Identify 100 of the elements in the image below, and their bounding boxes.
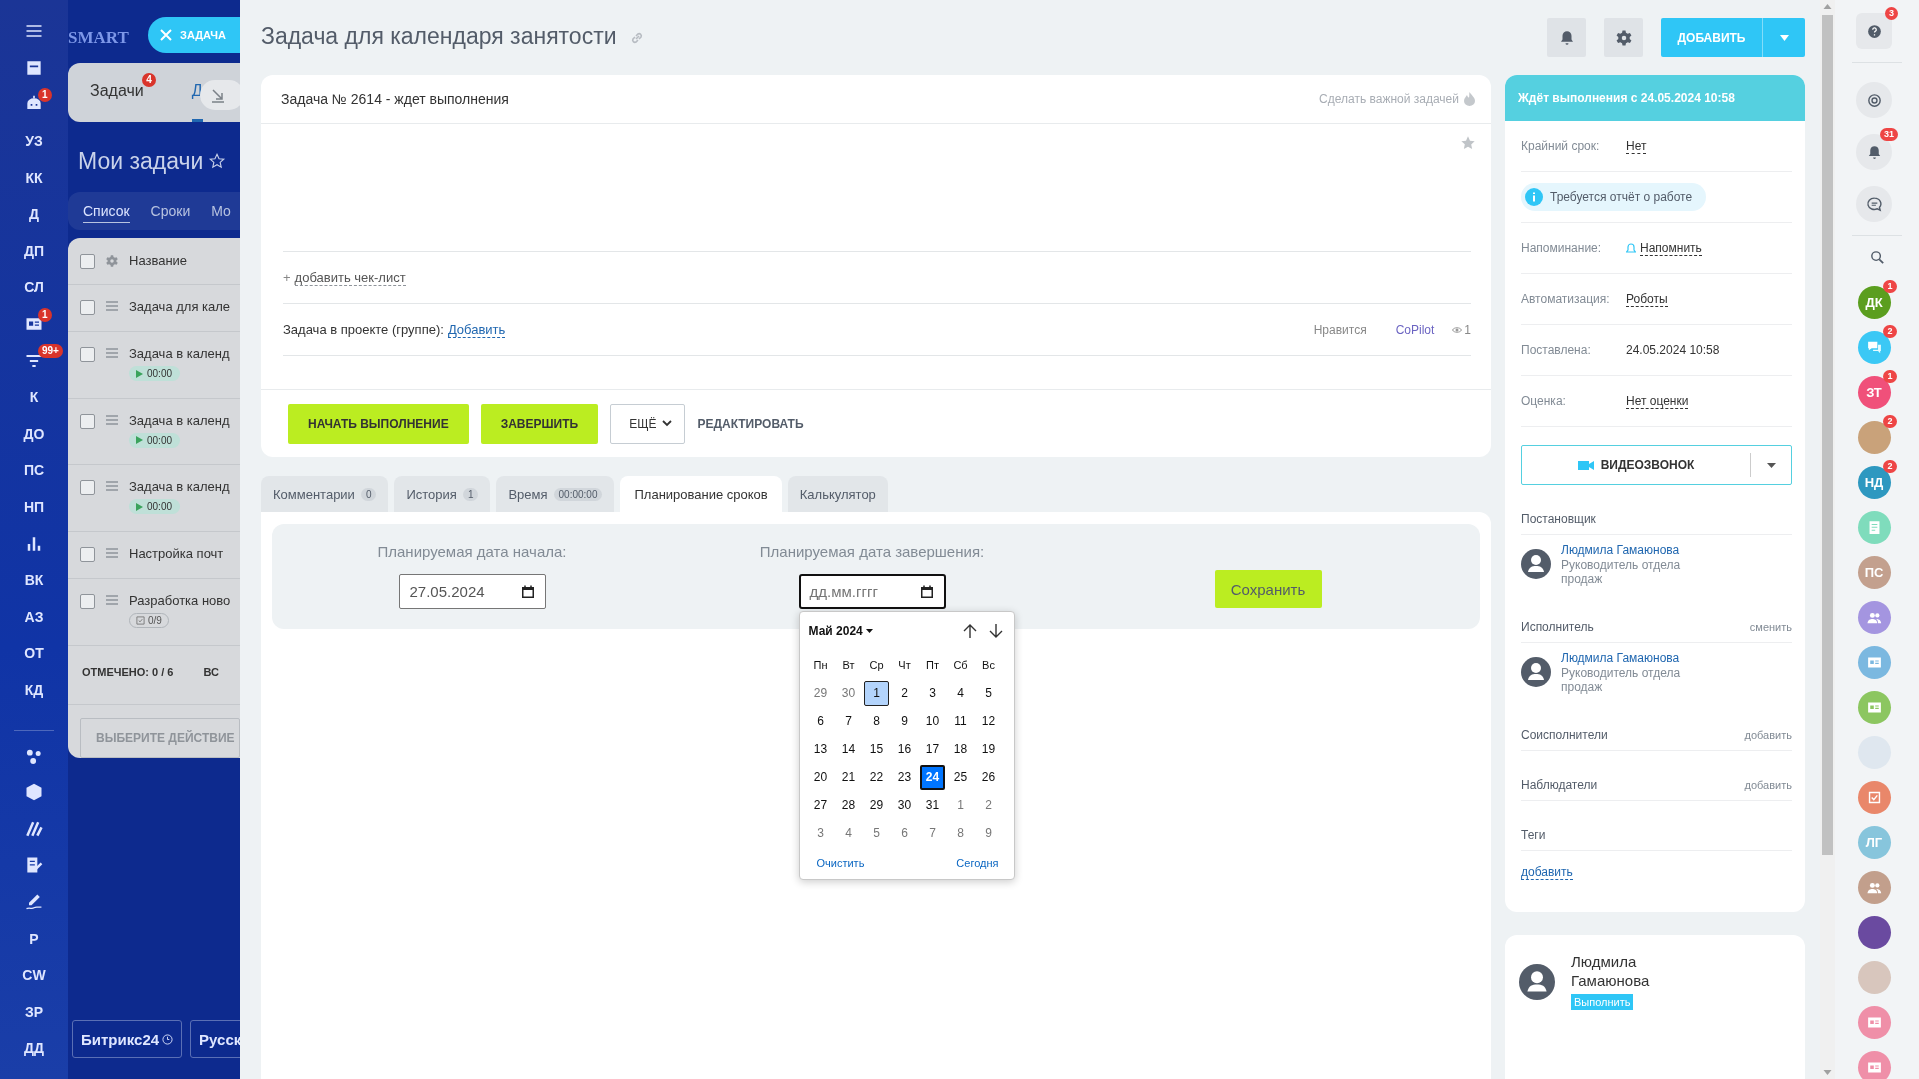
nav-item[interactable]: КД [4,671,64,709]
group-chat-avatar[interactable] [1857,601,1891,634]
date-field[interactable]: дд.мм.гггг [798,574,946,609]
task-title[interactable]: Задача для кале [129,298,231,314]
avatar-placeholder[interactable] [1857,916,1891,949]
nav-item[interactable]: УЗ [4,122,64,160]
nav-item[interactable]: Р [4,920,64,957]
contact-chat-avatar[interactable] [1857,691,1891,724]
calendar-day[interactable]: 23 [892,764,917,790]
nav-item[interactable]: CW [4,956,64,994]
tab[interactable]: Калькулятор [787,476,888,512]
notifications-button[interactable] [1547,18,1586,57]
calendar-day[interactable]: 29 [808,680,833,706]
more-button[interactable]: ЕЩЁ [610,403,686,444]
calendar-day[interactable]: 3 [920,680,945,706]
task-title[interactable]: Задача в календ [129,346,230,362]
settings-button[interactable] [1604,18,1643,57]
calendar-day[interactable]: 4 [948,680,973,706]
calendar-day[interactable]: 11 [948,708,973,734]
nav-item[interactable]: ЗР [4,993,64,1031]
group-chat-avatar[interactable] [1857,871,1891,904]
today-link[interactable]: Сегодня [956,857,999,869]
section-action-link[interactable]: сменить [1749,621,1792,633]
view-tab[interactable]: Мо [211,199,231,223]
calendar-day[interactable]: 15 [864,736,889,762]
view-tab[interactable]: Список [83,199,130,223]
calendar-day[interactable]: 28 [836,792,861,818]
checkbox[interactable] [80,546,95,562]
edit-button[interactable]: РЕДАКТИРОВАТЬ [697,403,804,444]
user-name-link[interactable]: Людмила Гамаюнова [1561,543,1711,557]
calendar-day[interactable]: 7 [836,708,861,734]
section-action-link[interactable]: добавить [1744,729,1792,741]
calendar-day[interactable]: 1 [864,680,889,706]
nav-item[interactable]: ОТ [4,635,64,672]
calendar-day[interactable]: 22 [864,764,889,790]
calendar-day[interactable]: 13 [808,736,833,762]
action-button[interactable]: ЗАВЕРШИТЬ [480,403,599,444]
task-title[interactable]: Задача в календ [129,479,230,495]
copilot-link[interactable]: CoPilot [1395,322,1435,337]
field-value-link[interactable]: Нет оценки [1626,393,1689,409]
user-name-link[interactable]: Людмила Гамаюнова [1561,651,1711,665]
calendar-day[interactable]: 9 [892,708,917,734]
calendar-day[interactable]: 2 [892,680,917,706]
view-tab[interactable]: Сроки [150,199,191,223]
tab[interactable]: Комментарии 0 [261,476,389,512]
nav-item[interactable]: ПС [4,452,64,489]
clear-link[interactable]: Очистить [816,857,865,869]
calendar-day[interactable]: 10 [920,708,945,734]
calendar-day[interactable]: 27 [808,792,833,818]
contact-chat-avatar[interactable] [1857,646,1891,679]
calendar-day[interactable]: 5 [864,820,889,846]
calendar-day[interactable]: 26 [976,764,1001,790]
nav-item[interactable]: НП [4,488,64,526]
document-chat-avatar[interactable] [1857,511,1891,544]
contact-chat-avatar[interactable] [1857,1051,1891,1079]
calendar-day[interactable]: 29 [864,792,889,818]
calendar-day[interactable]: 7 [920,820,945,846]
checkbox[interactable] [80,413,95,429]
bitrix24-button[interactable]: Битрикс24 [72,1020,183,1058]
tab[interactable]: История 1 [394,476,491,512]
nav-item[interactable]: 99+ [4,342,64,379]
calendar-day[interactable]: 8 [948,820,973,846]
task-title[interactable]: Настройка почт [129,545,224,561]
checkbox[interactable] [80,594,95,610]
like-link[interactable]: Нравится [1313,322,1367,337]
calendar-day[interactable]: 9 [976,820,1001,846]
nav-item[interactable]: 1 [4,305,64,343]
tab[interactable]: Время 00:00:00 [496,476,615,512]
task-title[interactable]: Задача в календ [129,412,230,428]
add-project-link[interactable]: Добавить [447,321,506,338]
checkbox[interactable] [80,253,95,269]
calendar-day[interactable]: 19 [976,736,1001,762]
calendar-day[interactable]: 16 [892,736,917,762]
calendar-day[interactable]: 12 [976,708,1001,734]
save-button[interactable]: Сохранить [1214,570,1322,608]
nav-item[interactable]: ВК [4,561,64,599]
task-chat-avatar[interactable] [1857,781,1891,814]
checkbox[interactable] [80,299,95,315]
calendar-day[interactable]: 14 [836,736,861,762]
calendar-day[interactable]: 30 [836,680,861,706]
action-button[interactable]: НАЧАТЬ ВЫПОЛНЕНИЕ [288,403,469,444]
calendar-day[interactable]: 30 [892,792,917,818]
calendar-day[interactable]: 4 [836,820,861,846]
nav-item[interactable]: 1 [4,86,64,123]
chat-button[interactable] [1856,186,1892,222]
calendar-day[interactable]: 24 [920,764,945,790]
nav-item[interactable]: КК [4,159,64,196]
month-selector[interactable]: Май 2024 [808,624,873,638]
nav-item[interactable]: СЛ [4,269,64,306]
calendar-day[interactable]: 2 [976,792,1001,818]
calendar-day[interactable]: 18 [948,736,973,762]
nav-item[interactable]: К [4,378,64,416]
reminder-link[interactable]: Напомнить [1640,240,1702,256]
calendar-day[interactable]: 31 [920,792,945,818]
nav-item[interactable]: АЗ [4,598,64,636]
checkbox[interactable] [80,480,95,496]
calendar-day[interactable]: 5 [976,680,1001,706]
calendar-day[interactable]: 20 [808,764,833,790]
task-title[interactable]: Разработка ново [129,593,231,609]
tab[interactable]: Планирование сроков [620,476,782,512]
